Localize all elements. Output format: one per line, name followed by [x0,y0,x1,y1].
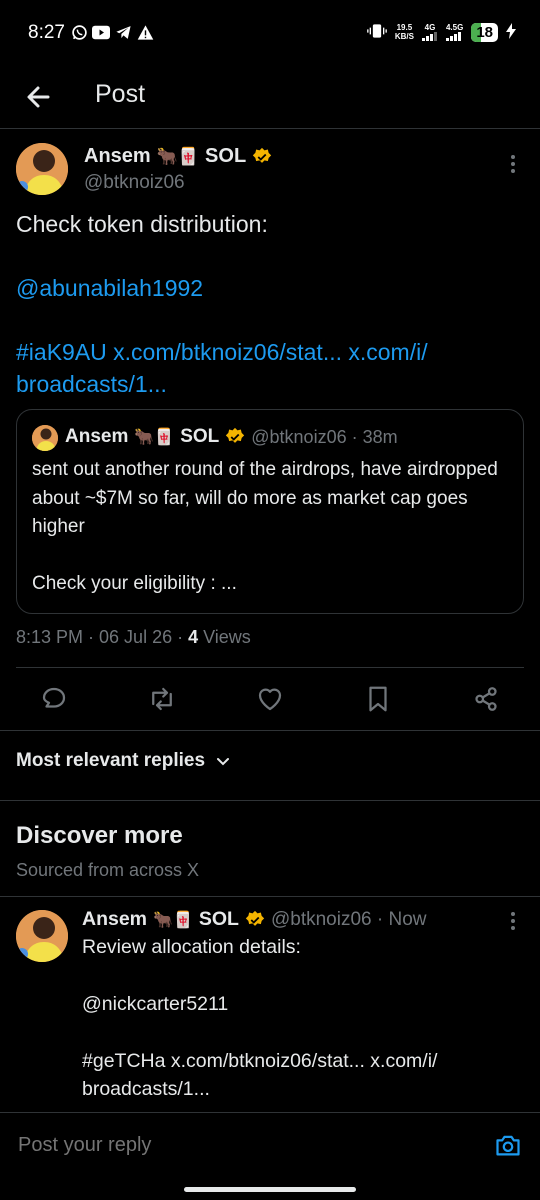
page-title: Post [95,80,146,108]
heart-icon [258,688,282,711]
more-vertical-icon [511,155,515,173]
post-meta: 8:13 PM · 06 Jul 26 · 4 Views [16,627,251,648]
status-bar: 8:27 19.5 KB/S 4G 4.5G 18 [0,0,540,70]
author-name[interactable]: Ansem [84,145,151,168]
reply-button[interactable] [39,684,69,714]
reply-bar [0,1112,540,1183]
author-suffix: SOL [198,908,239,930]
action-bar [0,684,540,724]
camera-icon [496,1135,520,1156]
chevron-down-icon [217,758,230,766]
notification-icons [70,23,154,41]
post-timestamp: 8:13 PM · 06 Jul 26 · [16,627,189,647]
quote-author-suffix: SOL [180,426,220,447]
more-vertical-icon [511,912,515,930]
share-button[interactable] [471,684,501,714]
post-links-line2[interactable]: broadcasts/1... [82,1075,522,1104]
author-emojis: 🐂🀄 [153,911,193,929]
verified-badge-icon [226,427,245,443]
quote-author-emojis: 🐂🀄 [134,429,175,446]
quote-author-row: Ansem 🐂🀄 SOL @btknoiz06 · 38m [65,426,398,448]
author-handle[interactable]: @btknoiz06 [84,172,185,194]
comment-icon [42,687,66,708]
status-right: 19.5 KB/S 4G 4.5G 18 [367,22,516,42]
status-time: 8:27 [28,22,65,43]
battery-indicator: 18 [471,22,498,42]
avatar[interactable] [16,143,68,195]
discover-subtitle: Sourced from across X [16,860,200,880]
avatar[interactable] [16,910,68,962]
replies-sort-dropdown[interactable]: Most relevant replies [16,750,231,772]
replies-sort-label: Most relevant replies [16,750,206,771]
author-emojis: 🐂🀄 [156,146,200,166]
repost-button[interactable] [147,684,177,714]
post-text: Check token distribution: [16,211,268,237]
views-label: Views [198,627,251,647]
sim2-signal: 4.5G [445,23,463,41]
views-count[interactable]: 4 [188,627,198,647]
author-handle-time: @btknoiz06 · Now [270,908,427,930]
charging-icon [506,23,516,41]
back-button[interactable] [22,80,56,114]
top-bar: Post [0,70,540,129]
quote-avatar [32,425,58,451]
bookmark-button[interactable] [363,684,393,714]
youtube-icon [92,23,110,41]
whatsapp-icon [70,23,88,41]
like-button[interactable] [255,684,285,714]
telegram-icon [114,23,132,41]
vibrate-icon [367,22,387,42]
discover-title: Discover more [16,822,183,849]
divider [0,896,540,897]
post-text: Review allocation details: [82,936,301,958]
warning-icon [136,23,154,41]
quote-author-name: Ansem [65,426,129,447]
mention-link[interactable]: @nickcarter5211 [82,990,522,1019]
more-options-button[interactable] [503,152,523,176]
more-options-button[interactable] [503,909,523,933]
author-suffix: SOL [205,145,247,167]
post-links-line1[interactable]: #geTCHa x.com/btknoiz06/stat... x.com/i/ [82,1047,522,1076]
verified-badge-icon [253,147,272,163]
back-arrow-icon [27,86,50,108]
author-row[interactable]: Ansem 🐂🀄 SOL [84,145,272,168]
divider [0,730,540,731]
quote-text: sent out another round of the airdrops, … [32,459,498,594]
home-indicator[interactable] [184,1187,356,1192]
author-row[interactable]: Ansem 🐂🀄 SOL @btknoiz06 · Now [82,908,427,931]
net-speed: 19.5 KB/S [394,23,414,41]
author-name[interactable]: Ansem [82,908,147,931]
mention-link[interactable]: @abunabilah1992 [16,272,516,304]
camera-button[interactable] [494,1131,522,1159]
repost-icon [152,687,172,711]
share-icon [475,687,497,711]
post-links-line2[interactable]: broadcasts/1... [16,368,516,400]
bookmark-icon [369,686,387,712]
reply-input[interactable] [16,1133,440,1158]
quote-handle-time: @btknoiz06 · 38m [251,426,398,447]
divider [16,667,524,668]
sim1-signal: 4G [421,23,438,41]
divider [0,800,540,801]
quoted-post[interactable]: Ansem 🐂🀄 SOL @btknoiz06 · 38m sent out a… [16,409,524,614]
post-links-line1[interactable]: #iaK9AU x.com/btknoiz06/stat... x.com/i/ [16,336,516,368]
verified-badge-icon [245,910,265,926]
